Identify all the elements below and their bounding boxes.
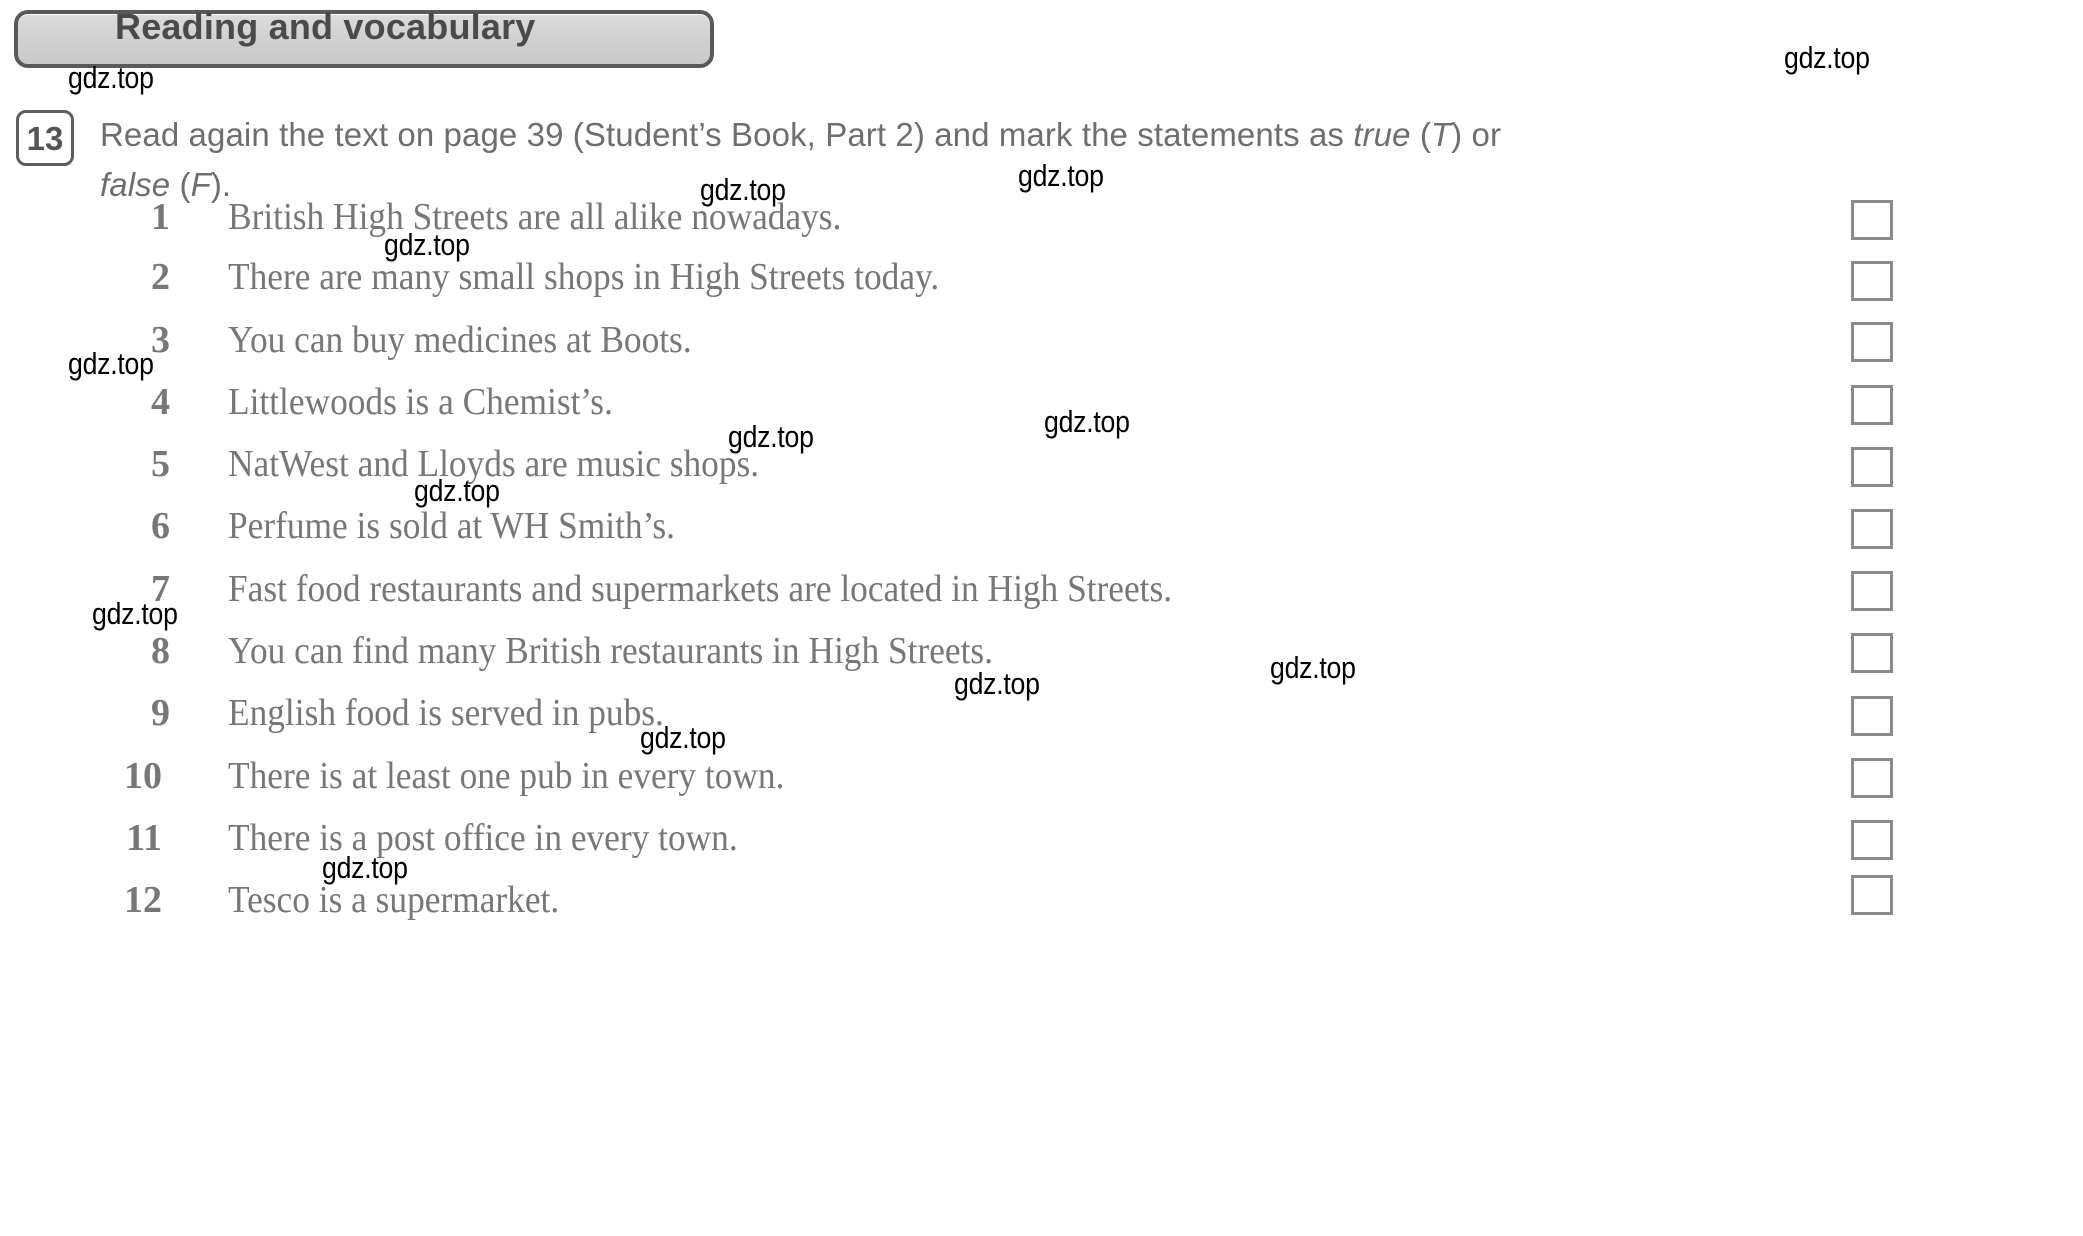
watermark: gdz.top xyxy=(1044,404,1130,439)
exercise-number: 13 xyxy=(26,119,64,157)
watermark: gdz.top xyxy=(1018,158,1104,193)
statement-number: 12 xyxy=(124,879,162,921)
statement-text: English food is served in pubs. xyxy=(228,692,664,734)
watermark: gdz.top xyxy=(954,666,1040,701)
section-banner-title: Reading and vocabulary xyxy=(115,6,536,47)
instruction-paren-open2: ( xyxy=(170,166,191,203)
statement-number: 5 xyxy=(151,443,170,485)
statement-number: 9 xyxy=(151,692,170,734)
answer-checkbox[interactable] xyxy=(1851,261,1893,301)
statement-text: Perfume is sold at WH Smith’s. xyxy=(228,505,675,547)
watermark: gdz.top xyxy=(640,720,726,755)
answer-checkbox[interactable] xyxy=(1851,633,1893,673)
statement-number: 8 xyxy=(151,630,170,672)
answer-checkbox[interactable] xyxy=(1851,696,1893,736)
instruction-paren-close-or: ) or xyxy=(1451,116,1502,153)
instruction-paren-open: ( xyxy=(1410,116,1431,153)
statement-text: Tesco is a supermarket. xyxy=(228,879,560,921)
watermark: gdz.top xyxy=(322,850,408,885)
answer-checkbox[interactable] xyxy=(1851,509,1893,549)
textbook-page: Reading and vocabulary 13 Read again the… xyxy=(0,0,2083,1236)
watermark: gdz.top xyxy=(68,60,154,95)
statement-number: 11 xyxy=(126,817,162,859)
watermark: gdz.top xyxy=(414,473,500,508)
statement-text: There is a post office in every town. xyxy=(228,817,738,859)
statement-number: 6 xyxy=(151,505,170,547)
watermark: gdz.top xyxy=(1784,40,1870,75)
answer-checkbox[interactable] xyxy=(1851,875,1893,915)
watermark: gdz.top xyxy=(384,227,470,262)
instruction-text-part1: Read again the text on page 39 (Student’… xyxy=(100,116,1354,153)
statement-text: Fast food restaurants and supermarkets a… xyxy=(228,568,1173,610)
instruction-italic-true: true xyxy=(1353,116,1411,153)
watermark: gdz.top xyxy=(68,346,154,381)
statement-number: 1 xyxy=(151,196,170,238)
answer-checkbox[interactable] xyxy=(1851,200,1893,240)
answer-checkbox[interactable] xyxy=(1851,758,1893,798)
statement-number: 2 xyxy=(151,256,170,298)
watermark: gdz.top xyxy=(1270,650,1356,685)
statement-number: 10 xyxy=(124,755,162,797)
answer-checkbox[interactable] xyxy=(1851,820,1893,860)
instruction-italic-t: T xyxy=(1430,116,1452,153)
watermark: gdz.top xyxy=(92,596,178,631)
statement-number: 4 xyxy=(151,381,170,423)
answer-checkbox[interactable] xyxy=(1851,385,1893,425)
statement-text: There are many small shops in High Stree… xyxy=(228,256,940,298)
watermark: gdz.top xyxy=(700,172,786,207)
statement-text: Littlewoods is a Chemist’s. xyxy=(228,381,613,423)
instruction-italic-f: F xyxy=(190,166,211,203)
answer-checkbox[interactable] xyxy=(1851,322,1893,362)
statement-text: You can buy medicines at Boots. xyxy=(228,319,692,361)
answer-checkbox[interactable] xyxy=(1851,571,1893,611)
statement-text: You can find many British restaurants in… xyxy=(228,630,993,672)
exercise-number-box: 13 xyxy=(16,110,74,166)
answer-checkbox[interactable] xyxy=(1851,447,1893,487)
watermark: gdz.top xyxy=(728,419,814,454)
statement-text: There is at least one pub in every town. xyxy=(228,755,785,797)
